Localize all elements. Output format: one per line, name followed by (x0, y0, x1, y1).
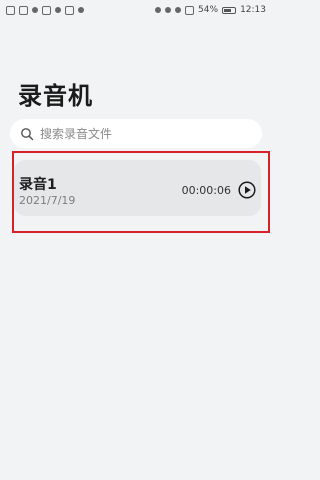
search-placeholder: 搜索录音文件 (40, 127, 113, 141)
recording-item[interactable]: 录音1 2021/7/19 00:00:06 (14, 160, 261, 216)
recording-name: 录音1 (19, 177, 57, 193)
wifi-icon (32, 7, 38, 13)
search-icon (21, 127, 34, 140)
play-icon[interactable] (238, 181, 256, 199)
status-bar-right: 54% 12:13 (155, 5, 266, 15)
page-title: 录音机 (18, 82, 93, 110)
recording-duration: 00:00:06 (181, 184, 231, 197)
battery-icon (222, 6, 237, 14)
search-input[interactable]: 搜索录音文件 (10, 119, 262, 148)
sim-icon (19, 5, 28, 15)
signal-icon (6, 5, 15, 15)
app-icon (65, 5, 74, 15)
camera-icon (42, 5, 51, 15)
battery-percent: 54% (198, 5, 219, 15)
mute-icon (175, 7, 182, 13)
status-bar-left (6, 5, 84, 15)
recording-date: 2021/7/19 (19, 194, 76, 207)
bluetooth-icon (165, 7, 172, 13)
status-bar: 54% 12:13 (0, 0, 272, 20)
clock: 12:13 (240, 5, 266, 15)
notification-icon (55, 7, 61, 13)
eye-icon (155, 7, 162, 13)
message-icon (78, 7, 84, 13)
mobile-data-icon (185, 5, 195, 15)
